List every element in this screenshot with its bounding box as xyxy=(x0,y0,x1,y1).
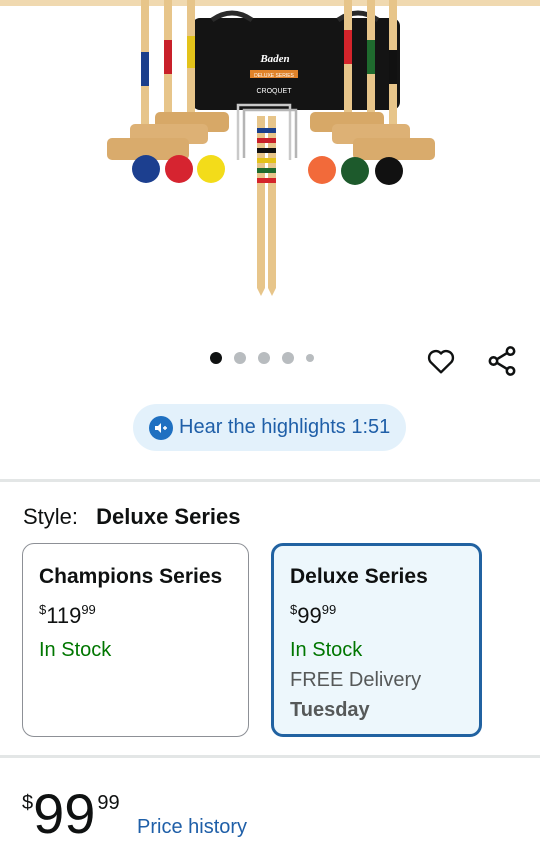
share-button[interactable] xyxy=(482,341,522,381)
share-icon xyxy=(488,346,516,376)
carousel-dot[interactable] xyxy=(306,354,314,362)
price-whole: 99 xyxy=(297,603,322,628)
style-option-price: $11999 xyxy=(39,596,232,630)
bag-brand: Baden xyxy=(259,53,289,65)
price-fraction: 99 xyxy=(321,602,337,617)
carousel-dot[interactable] xyxy=(282,352,294,364)
delivery-info: FREE Delivery xyxy=(290,669,422,691)
price-history-link[interactable]: Price history xyxy=(137,816,247,839)
carousel-dot[interactable] xyxy=(258,352,270,364)
stock-status: In Stock xyxy=(39,639,112,661)
delivery-day: Tuesday xyxy=(290,699,370,721)
section-divider xyxy=(0,755,540,758)
hear-highlights-button[interactable]: Hear the highlights 1:51 xyxy=(133,404,406,451)
audio-icon xyxy=(149,415,173,440)
price-fraction: 99 xyxy=(81,602,96,617)
carousel-dot-active[interactable] xyxy=(210,352,222,364)
price-whole: 119 xyxy=(46,603,82,628)
main-price-currency: $ xyxy=(22,792,34,814)
carousel-dot[interactable] xyxy=(234,352,246,364)
style-option-title: Deluxe Series xyxy=(290,565,428,588)
style-option-deluxe-series[interactable]: Deluxe Series $9999 In Stock FREE Delive… xyxy=(271,543,482,737)
carousel-indicator xyxy=(210,352,314,364)
heart-icon xyxy=(427,349,455,374)
hear-highlights-label: Hear the highlights 1:51 xyxy=(179,416,391,438)
bag-label: CROQUET xyxy=(257,88,293,95)
bag-series: DELUXE SERIES xyxy=(254,73,294,79)
favorite-button[interactable] xyxy=(421,341,461,381)
style-selected-value: Deluxe Series xyxy=(96,504,241,529)
main-price: $ 99 99 xyxy=(22,786,120,842)
style-label: Style: xyxy=(23,504,79,529)
main-price-fraction: 99 xyxy=(97,792,120,814)
style-option-title: Champions Series xyxy=(39,565,223,588)
style-option-champions-series[interactable]: Champions Series $11999 In Stock xyxy=(22,543,249,737)
stock-status: In Stock xyxy=(290,639,363,661)
section-divider xyxy=(0,479,540,482)
product-image[interactable]: Baden DELUXE SERIES CROQUET xyxy=(0,0,540,330)
style-selector-header: Style: Deluxe Series xyxy=(23,504,240,530)
style-option-price: $9999 xyxy=(290,596,463,630)
main-price-whole: 99 xyxy=(33,782,96,845)
